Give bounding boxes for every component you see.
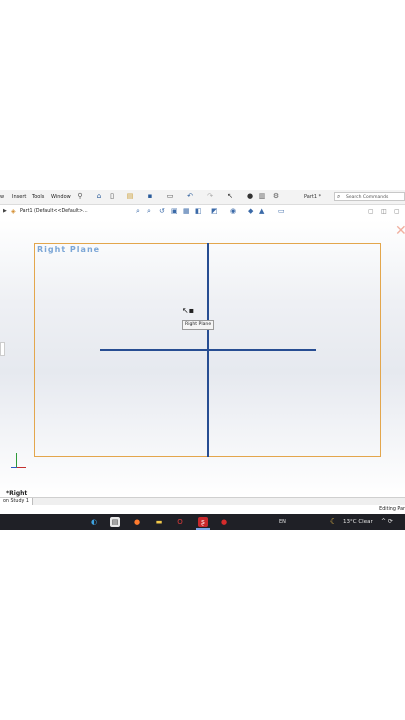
language-indicator[interactable]: EN xyxy=(279,519,286,525)
new-document-icon[interactable]: ▯ xyxy=(108,192,116,200)
menu-insert[interactable]: Insert xyxy=(12,194,26,200)
home-icon[interactable]: ⌂ xyxy=(95,192,103,200)
reference-triad xyxy=(6,453,26,473)
exit-sketch-icon[interactable]: ✕ xyxy=(395,223,405,239)
file-explorer-icon[interactable]: ▬ xyxy=(154,517,164,527)
view-orientation-icon[interactable]: ◧ xyxy=(195,207,202,215)
previous-view-icon[interactable]: ↺ xyxy=(159,207,165,215)
select-icon[interactable]: ↖ xyxy=(226,192,234,200)
options-icon[interactable]: ⚙ xyxy=(272,192,280,200)
traffic-light-icon[interactable]: ● xyxy=(246,192,254,200)
section-view-icon[interactable]: ▣ xyxy=(171,207,178,215)
search-placeholder: Search Commands xyxy=(346,195,389,200)
display-style-icon[interactable]: ◩ xyxy=(211,207,218,215)
zoom-to-fit-icon[interactable]: ⌕ xyxy=(136,207,140,216)
firefox-icon[interactable]: ● xyxy=(132,517,142,527)
moon-weather-icon: ☾ xyxy=(330,517,338,526)
triad-z-axis xyxy=(11,467,17,468)
mouse-cursor-icon: ↖▪ xyxy=(182,306,195,315)
redo-icon[interactable]: ↷ xyxy=(206,192,214,200)
restore-window-icon[interactable]: ▢ xyxy=(368,208,374,215)
search-commands-input[interactable]: ⌕ Search Commands xyxy=(334,192,405,201)
dynamic-annotation-icon[interactable]: ▦ xyxy=(183,207,190,215)
feature-tree-part-label[interactable]: Part1 (Default<<Default>... xyxy=(20,209,88,214)
close-window-icon[interactable]: ▢ xyxy=(394,208,400,215)
opera-icon[interactable]: O xyxy=(175,517,185,527)
document-title: Part1 * xyxy=(304,194,322,200)
active-app-indicator xyxy=(196,528,210,530)
graphics-area[interactable]: Right Plane ↖▪ Right Plane ✕ *Right xyxy=(0,220,405,497)
status-bar: Editing Par xyxy=(0,505,405,514)
print-icon[interactable]: ▭ xyxy=(166,192,174,200)
record-icon[interactable]: ● xyxy=(219,517,229,527)
menu-view[interactable]: w xyxy=(0,194,4,200)
zoom-area-icon[interactable]: ⌕ xyxy=(147,207,151,216)
search-icon: ⌕ xyxy=(337,193,341,200)
part-icon: ◈ xyxy=(11,208,16,215)
menu-bar: w Insert Tools Window ⚲ ⌂ ▯ ▤ ▪ ▭ ↶ ↷ ↖ … xyxy=(0,190,405,205)
save-icon[interactable]: ▪ xyxy=(146,192,154,200)
undo-icon[interactable]: ↶ xyxy=(186,192,194,200)
plane-tooltip: Right Plane xyxy=(182,320,215,330)
menu-tools[interactable]: Tools xyxy=(32,194,44,200)
menu-window[interactable]: Window xyxy=(51,194,71,200)
file-properties-icon[interactable]: ▥ xyxy=(258,192,266,200)
system-tray[interactable]: ^ ⟳ xyxy=(381,518,393,525)
pin-icon[interactable]: ⚲ xyxy=(76,192,84,200)
weather-text[interactable]: 13°C Clear xyxy=(343,519,373,525)
triad-x-axis xyxy=(16,467,26,468)
tab-motion-study[interactable]: on Study 1 xyxy=(0,498,33,505)
taskbar: ◐ ▤ ● ▬ O ʂ ● EN ☾ 13°C Clear ^ ⟳ xyxy=(0,514,405,530)
current-view-name: *Right xyxy=(6,490,28,497)
status-text: Editing Par xyxy=(379,507,405,512)
tile-window-icon[interactable]: ◫ xyxy=(381,208,387,215)
expand-arrow-icon[interactable]: ▶ xyxy=(3,208,7,214)
plane-label: Right Plane xyxy=(37,245,101,254)
edit-appearance-icon[interactable]: ◆ xyxy=(248,207,253,215)
task-pane-tab[interactable] xyxy=(0,342,5,356)
solidworks-icon[interactable]: ʂ xyxy=(198,517,208,527)
triad-y-axis xyxy=(16,453,17,467)
open-icon[interactable]: ▤ xyxy=(126,192,134,200)
heads-up-bar: ▶ ◈ Part1 (Default<<Default>... ⌕ ⌕ ↺ ▣ … xyxy=(0,205,405,219)
view-settings-icon[interactable]: ▭ xyxy=(278,207,285,215)
edge-icon[interactable]: ◐ xyxy=(89,517,99,527)
horizontal-axis-line xyxy=(100,349,316,351)
store-icon[interactable]: ▤ xyxy=(110,517,120,527)
hide-show-icon[interactable]: ◉ xyxy=(230,207,236,215)
scene-icon[interactable]: ▲ xyxy=(259,207,264,215)
